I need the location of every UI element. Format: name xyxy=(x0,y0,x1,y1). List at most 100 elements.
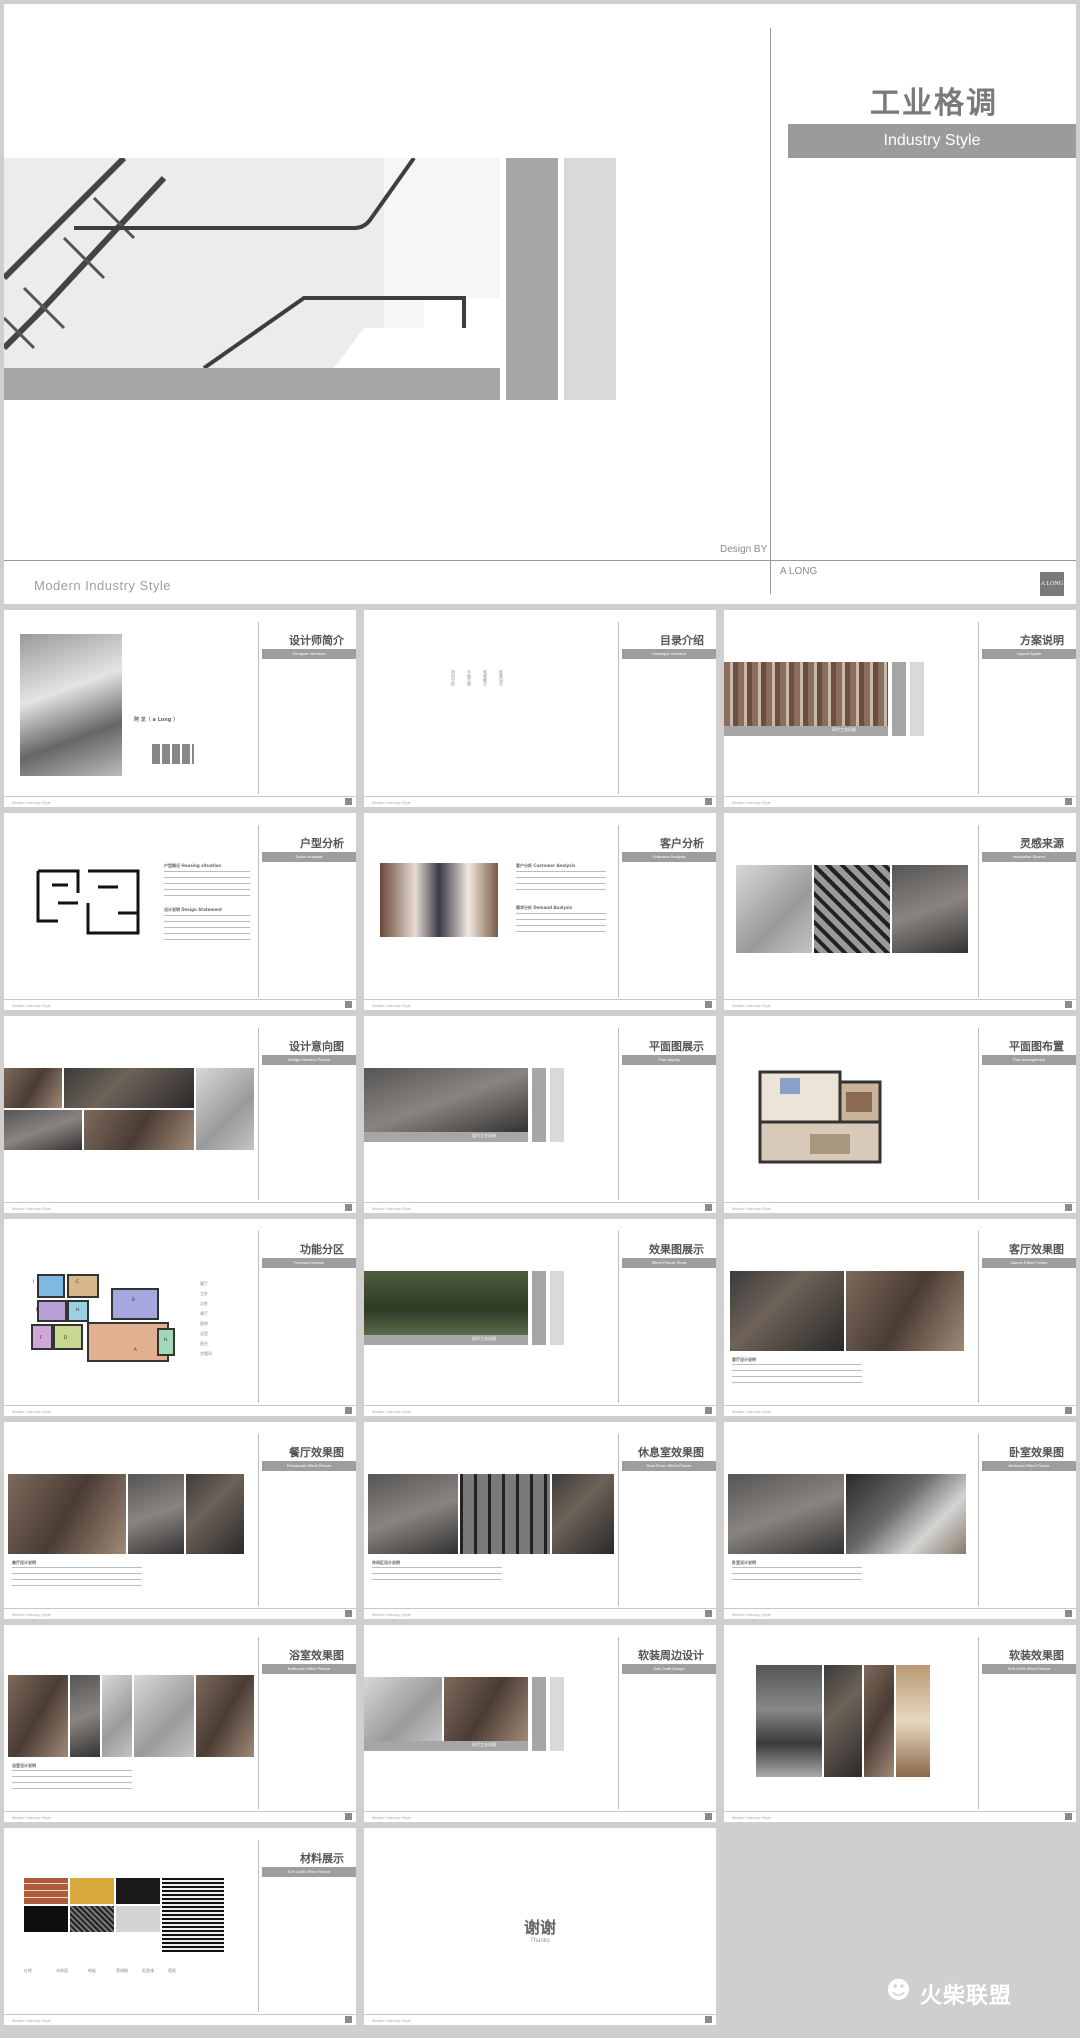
slide-title: 材料展示 xyxy=(300,1852,344,1865)
slide-design-intention[interactable]: 设计意向图 Design Intention Picture Modern In… xyxy=(4,1016,356,1213)
slide-saloon[interactable]: 客厅设计说明 客厅效果图 Saloon Effect Picture Moder… xyxy=(724,1219,1076,1416)
slide-logo xyxy=(705,1001,712,1008)
toc-item[interactable]: 平面方案 xyxy=(466,670,472,686)
zoning-plan xyxy=(31,1274,175,1362)
slide-catalogue[interactable]: 项目分析 平面方案 效果展示 软装设计 目录介绍 Catalogue Intro… xyxy=(364,610,716,807)
slide-bathroom[interactable]: 浴室设计说明 浴室效果图 Bathroom Effect Picture Mod… xyxy=(4,1625,356,1822)
slide-footer: Modern Industry Style xyxy=(12,2018,51,2023)
slide-logo xyxy=(705,798,712,805)
cover-title-en: Industry Style xyxy=(788,124,1076,158)
slide-title: 设计师简介 xyxy=(289,634,344,647)
toc-item[interactable]: 项目分析 xyxy=(450,670,456,686)
legend-item: 客厅 xyxy=(200,1281,208,1286)
slide-footer: Modern Industry Style xyxy=(372,2018,411,2023)
slide-designer[interactable]: 阿 龙（ a Long ） 设计师简介 Designer Introduct M… xyxy=(4,610,356,807)
slide-footer: Modern Industry Style xyxy=(372,1003,411,1008)
material-label: 黑胡桃 xyxy=(116,1968,128,1973)
slide-materials[interactable]: 红砖 木饰面 地板 黑胡桃 乳胶漆 墙纸 材料展示 Soft Outfit Ef… xyxy=(4,1828,356,2025)
slide-band: Plan display xyxy=(622,1055,716,1065)
slide-footer: Modern Industry Style xyxy=(372,1612,411,1617)
slide-soft-outfit-effect[interactable]: 软装效果图 Soft Outfit Effect Picture Modern … xyxy=(724,1625,1076,1822)
saloon-photo xyxy=(730,1271,844,1351)
slide-logo xyxy=(705,1610,712,1617)
slide-customer-analysis[interactable]: 客户分析 Customer Analysis 需求分析 Demand Analy… xyxy=(364,813,716,1010)
slide-band: Soft Outfit Effect Picture xyxy=(262,1867,356,1877)
inspiration-photo xyxy=(892,865,968,953)
couple-photo xyxy=(380,863,498,937)
slide-footer: Modern Industry Style xyxy=(12,1003,51,1008)
slide-thanks[interactable]: 谢谢 Thanks Modern Industry Style xyxy=(364,1828,716,2025)
photo-band xyxy=(724,726,888,736)
slide-bedroom[interactable]: 卧室设计说明 卧室效果图 Bedroom Effect Picture Mode… xyxy=(724,1422,1076,1619)
slide-logo xyxy=(1065,1610,1072,1617)
cover-slide[interactable]: 工业格调 Industry Style Design BY A LONG Mod… xyxy=(4,4,1076,604)
bookshelf-photo xyxy=(724,662,888,726)
note-heading: 卧室设计说明 xyxy=(732,1560,756,1565)
legend-item: 主卧 xyxy=(200,1291,208,1296)
staircase-photo xyxy=(4,158,500,368)
slide-plan-arrangement[interactable]: 平面图布置 Plan Arrangement Modern Industry S… xyxy=(724,1016,1076,1213)
floor-plan-sketch xyxy=(36,869,140,935)
slide-title: 软装效果图 xyxy=(1009,1649,1064,1662)
slide-effect-picture[interactable]: 现代工业风格 效果图展示 Effect Picture Show Modern … xyxy=(364,1219,716,1416)
slide-footer: Modern Industry Style xyxy=(732,1003,771,1008)
slide-inspiration[interactable]: 灵感来源 Inspiration Source Modern Industry … xyxy=(724,813,1076,1010)
slide-footer: Modern Industry Style xyxy=(372,1409,411,1414)
slide-footer: Modern Industry Style xyxy=(372,1206,411,1211)
designer-name: 阿 龙（ a Long ） xyxy=(134,717,179,723)
cover-subtitle: Modern Industry Style xyxy=(34,578,171,593)
slide-band: Design Intention Picture xyxy=(262,1055,356,1065)
slide-footer: Modern Industry Style xyxy=(12,800,51,805)
slide-logo xyxy=(705,1813,712,1820)
slide-logo xyxy=(345,2016,352,2023)
designer-portrait xyxy=(20,634,122,776)
slide-band: Rest Room Effect Picture xyxy=(622,1461,716,1471)
saloon-photo xyxy=(846,1271,964,1351)
slide-band: Plan Arrangement xyxy=(982,1055,1076,1065)
slide-logo xyxy=(345,1001,352,1008)
slide-band: Space Analysis xyxy=(262,852,356,862)
slide-function-division[interactable]: I C B E H F D A H 客厅 主卧 次卧 餐厅 厨房 浴室 阳台 衣… xyxy=(4,1219,356,1416)
slide-title: 设计意向图 xyxy=(289,1040,344,1053)
toc-item[interactable]: 软装设计 xyxy=(498,670,504,686)
slide-footer: Modern Industry Style xyxy=(12,1612,51,1617)
slide-title: 客厅效果图 xyxy=(1009,1243,1064,1256)
slide-logo xyxy=(705,1204,712,1211)
slide-footer: Modern Industry Style xyxy=(732,1815,771,1820)
effect-photo xyxy=(364,1271,528,1335)
toc-item[interactable]: 效果展示 xyxy=(482,670,488,686)
note-heading: 休闲区设计说明 xyxy=(372,1560,400,1565)
cover-design-by: Design BY xyxy=(720,544,768,555)
designer-skills xyxy=(152,744,194,764)
slide-logo xyxy=(345,1813,352,1820)
material-label: 墙纸 xyxy=(168,1968,176,1973)
slide-restaurant[interactable]: 餐厅设计说明 餐厅效果图 Restaurant Effect Picture M… xyxy=(4,1422,356,1619)
note-heading: 餐厅设计说明 xyxy=(12,1560,36,1565)
slide-title: 效果图展示 xyxy=(649,1243,704,1256)
slide-plan-display[interactable]: 现代工业风格 平面图展示 Plan display Modern Industr… xyxy=(364,1016,716,1213)
slide-rest-room[interactable]: 休闲区设计说明 休息室效果图 Rest Room Effect Picture … xyxy=(364,1422,716,1619)
slide-title: 方案说明 xyxy=(1020,634,1064,647)
slide-soft-outfit-design[interactable]: 现代工业风格 软装周边设计 Soft Outfit Design Modern … xyxy=(364,1625,716,1822)
legend-item: 厨房 xyxy=(200,1321,208,1326)
inspiration-photo xyxy=(814,865,890,953)
slide-band: Designer Introduct xyxy=(262,649,356,659)
slide-plan-description[interactable]: 现代工业风格 方案说明 Layout Space Modern Industry… xyxy=(724,610,1076,807)
slide-band: Bedroom Effect Picture xyxy=(982,1461,1076,1471)
slide-title: 卧室效果图 xyxy=(1009,1446,1064,1459)
slide-footer: Modern Industry Style xyxy=(12,1206,51,1211)
slide-title: 户型分析 xyxy=(300,837,344,850)
material-label: 木饰面 xyxy=(56,1968,68,1973)
slide-space-analysis[interactable]: 户型概况 Housing situation 设计说明 Design State… xyxy=(4,813,356,1010)
slide-footer: Modern Industry Style xyxy=(12,1815,51,1820)
slide-title: 浴室效果图 xyxy=(289,1649,344,1662)
material-label: 乳胶漆 xyxy=(142,1968,154,1973)
slide-footer: Modern Industry Style xyxy=(732,800,771,805)
note-heading: 客厅设计说明 xyxy=(732,1357,756,1362)
cover-logo: A LONG xyxy=(1040,572,1064,596)
slide-band: Saloon Effect Picture xyxy=(982,1258,1076,1268)
photo-caption: 现代工业风格 xyxy=(832,727,856,732)
slide-logo xyxy=(345,1407,352,1414)
slide-band: Soft Outfit Effect Picture xyxy=(982,1664,1076,1674)
slide-title: 平面图展示 xyxy=(649,1040,704,1053)
